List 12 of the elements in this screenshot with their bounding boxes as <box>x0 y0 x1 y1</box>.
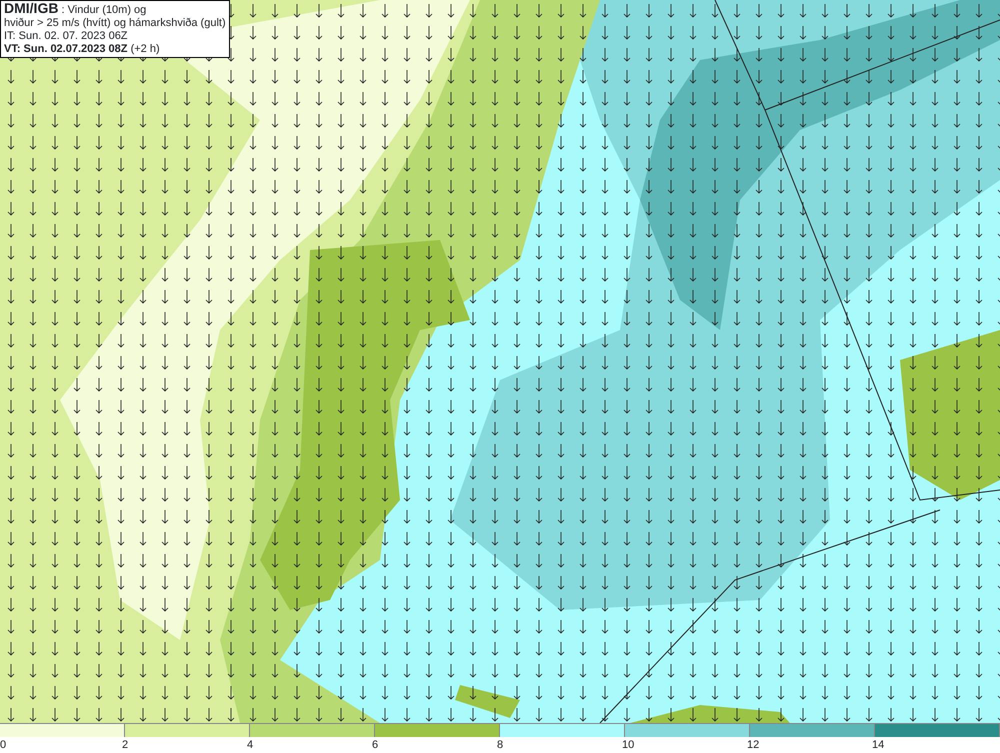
info-text: DMI/IGB : Vindur (10m) og <box>4 2 148 17</box>
scale-label: 4 <box>247 738 254 753</box>
scale-label: 6 <box>372 738 378 753</box>
scale-label: 2 <box>122 738 128 753</box>
info-text: IT: Sun. 02. 07. 2023 06Z <box>4 30 129 43</box>
scale-label: 14 <box>872 738 884 753</box>
scale-label: 8 <box>497 738 504 753</box>
info-text: VT: Sun. 02.07.2023 08Z (+2 h) <box>4 43 161 56</box>
scale-label: 10 <box>622 738 634 753</box>
scale-label: 0 <box>0 738 6 753</box>
info-text: hviður > 25 m/s (hvítt) og hámarkshviða (gult) <box>4 17 226 30</box>
scale-label: 12 <box>747 738 760 753</box>
